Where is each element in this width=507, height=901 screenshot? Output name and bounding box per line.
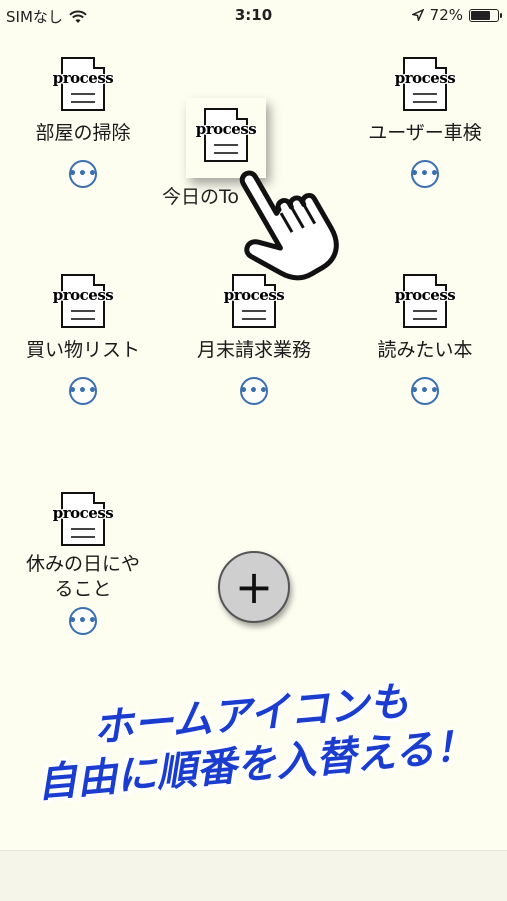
location-arrow-icon	[411, 9, 424, 21]
add-button[interactable]: +	[218, 551, 290, 623]
more-options-button[interactable]: •••	[68, 607, 97, 636]
more-options-button[interactable]: •••	[68, 159, 97, 188]
item-label: ユーザー車検	[368, 122, 482, 144]
promo-caption: ホームアイコンも 自由に順番を入替える！	[0, 668, 507, 812]
battery-percent: 72%	[429, 6, 463, 24]
process-document-icon: process	[393, 55, 457, 115]
process-item[interactable]: process 月末請求業務 •••	[179, 272, 329, 405]
process-item[interactable]: process 休みの日にや ること •••	[8, 490, 158, 636]
icon-word: process	[195, 120, 257, 138]
item-label: 買い物リスト	[25, 339, 140, 361]
more-options-button[interactable]: •••	[410, 159, 439, 188]
process-document-icon: process	[393, 272, 457, 332]
process-item[interactable]: process ユーザー車検 •••	[350, 55, 500, 188]
battery-icon	[469, 8, 502, 22]
status-right: 72%	[411, 6, 502, 24]
process-document-icon: process	[51, 490, 115, 550]
process-item[interactable]: process 買い物リスト •••	[8, 272, 158, 405]
process-document-icon: process	[51, 272, 115, 332]
process-document-icon: process	[51, 55, 115, 115]
bottom-bar	[0, 850, 507, 901]
process-item[interactable]: process 読みたい本 •••	[350, 272, 500, 405]
item-label: 読みたい本	[377, 339, 473, 361]
item-label: 月末請求業務	[196, 339, 311, 361]
hand-pointer-icon	[239, 170, 339, 281]
process-item[interactable]: process 部屋の掃除 •••	[8, 55, 158, 188]
plus-icon: +	[234, 560, 274, 614]
icon-word: process	[52, 69, 114, 87]
icon-word: process	[52, 286, 114, 304]
more-options-button[interactable]: •••	[68, 376, 97, 405]
icon-word: process	[52, 504, 114, 522]
item-label: 部屋の掃除	[35, 122, 131, 144]
item-label: 休みの日にや ること	[25, 553, 140, 600]
status-bar: SIMなし 3:10 72%	[0, 0, 507, 30]
icon-word: process	[394, 69, 456, 87]
battery-fill	[471, 10, 490, 20]
more-options-button[interactable]: •••	[239, 376, 268, 405]
more-options-button[interactable]: •••	[410, 376, 439, 405]
icon-word: process	[394, 286, 456, 304]
